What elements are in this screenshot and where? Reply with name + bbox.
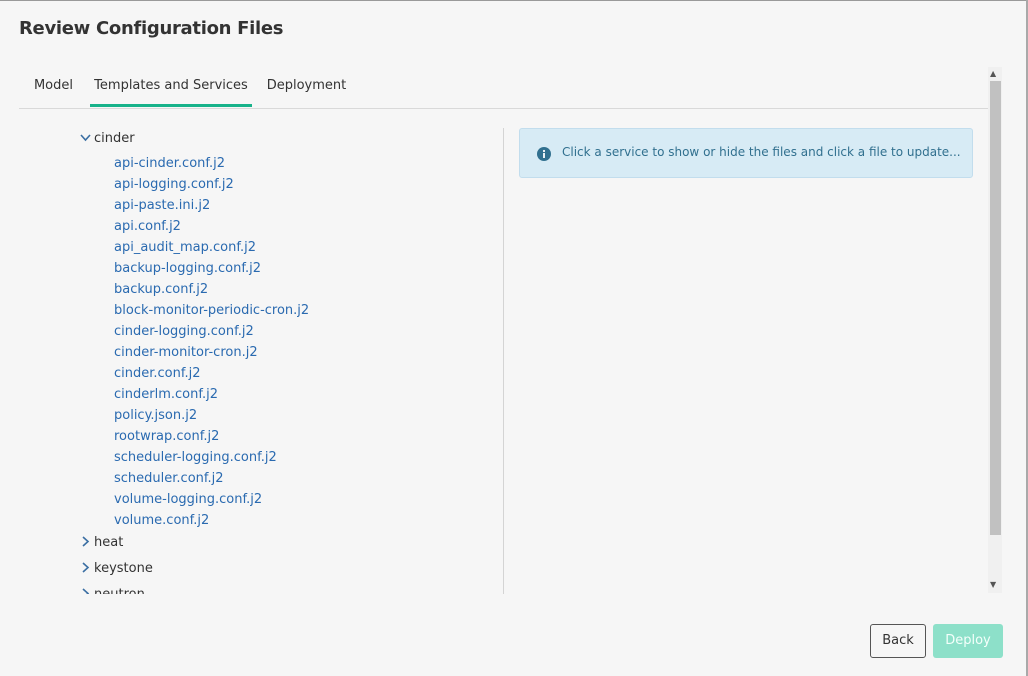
service-tree: cinder api-cinder.conf.j2 api-logging.co… [19, 108, 503, 594]
scroll-down-arrow-icon[interactable]: ▼ [990, 580, 996, 589]
file-link[interactable]: api-logging.conf.j2 [114, 175, 234, 195]
file-link[interactable]: cinder-monitor-cron.j2 [114, 343, 258, 363]
back-button[interactable]: Back [870, 624, 926, 658]
info-alert: Click a service to show or hide the file… [519, 128, 973, 178]
info-circle-icon [537, 146, 551, 165]
file-link[interactable]: policy.json.j2 [114, 406, 197, 426]
file-link[interactable]: cinder.conf.j2 [114, 364, 201, 384]
deploy-button[interactable]: Deploy [933, 624, 1003, 658]
scrollbar-thumb[interactable] [990, 81, 1001, 535]
chevron-right-icon [80, 558, 94, 578]
tree-service-heat[interactable]: heat [80, 532, 123, 552]
scroll-up-arrow-icon[interactable]: ▲ [990, 69, 996, 78]
file-link[interactable]: volume-logging.conf.j2 [114, 490, 262, 510]
file-link[interactable]: cinderlm.conf.j2 [114, 385, 218, 405]
tab-deployment[interactable]: Deployment [258, 70, 355, 106]
file-link[interactable]: backup-logging.conf.j2 [114, 259, 261, 279]
file-link[interactable]: scheduler-logging.conf.j2 [114, 448, 277, 468]
dialog-title: Review Configuration Files [19, 18, 284, 39]
file-link[interactable]: block-monitor-periodic-cron.j2 [114, 301, 309, 321]
file-link[interactable]: api.conf.j2 [114, 217, 181, 237]
tree-service-neutron[interactable]: neutron [80, 584, 145, 594]
tree-service-cinder[interactable]: cinder [80, 128, 135, 148]
tree-service-label: keystone [94, 561, 153, 576]
file-link[interactable]: api-paste.ini.j2 [114, 196, 210, 216]
file-link[interactable]: api_audit_map.conf.j2 [114, 238, 256, 258]
chevron-down-icon [80, 128, 94, 148]
tab-bar: Model Templates and Services Deployment [19, 70, 988, 109]
info-message: Click a service to show or hide the file… [562, 145, 961, 159]
file-link[interactable]: rootwrap.conf.j2 [114, 427, 219, 447]
file-link[interactable]: volume.conf.j2 [114, 511, 209, 531]
chevron-right-icon [80, 532, 94, 552]
tree-service-keystone[interactable]: keystone [80, 558, 153, 578]
file-link[interactable]: backup.conf.j2 [114, 280, 208, 300]
file-link[interactable]: api-cinder.conf.j2 [114, 154, 225, 174]
file-link[interactable]: scheduler.conf.j2 [114, 469, 224, 489]
tab-model[interactable]: Model [19, 70, 88, 106]
chevron-right-icon [80, 584, 94, 594]
window-top-border [0, 0, 1028, 1]
tree-service-label: neutron [94, 587, 145, 594]
tree-service-label: heat [94, 535, 124, 550]
tree-service-label: cinder [94, 131, 135, 146]
panel-divider [503, 128, 504, 594]
file-link[interactable]: cinder-logging.conf.j2 [114, 322, 254, 342]
tab-templates-and-services[interactable]: Templates and Services [90, 70, 252, 107]
